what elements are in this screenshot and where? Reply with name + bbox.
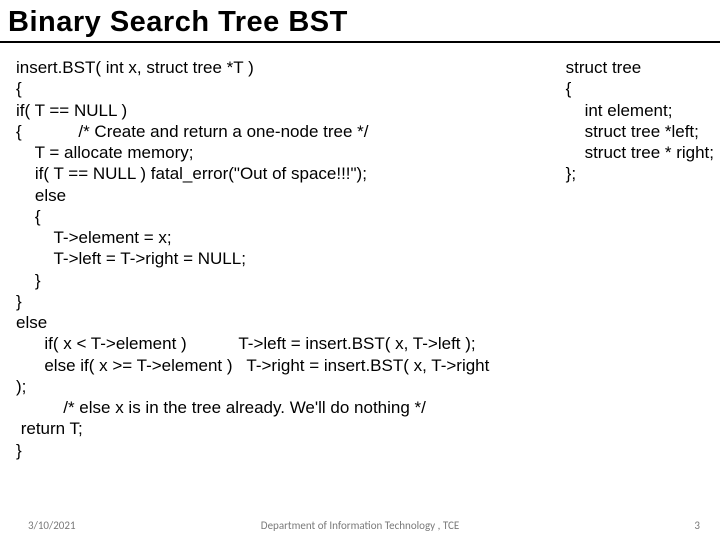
footer-department: Department of Information Technology , T… <box>261 519 459 532</box>
slide-title: Binary Search Tree BST <box>0 0 720 43</box>
footer-date: 3/10/2021 <box>28 519 76 532</box>
footer-page-number: 3 <box>694 519 700 532</box>
slide-content: insert.BST( int x, struct tree *T ) { if… <box>0 43 720 461</box>
code-block-struct: struct tree { int element; struct tree *… <box>566 57 714 185</box>
